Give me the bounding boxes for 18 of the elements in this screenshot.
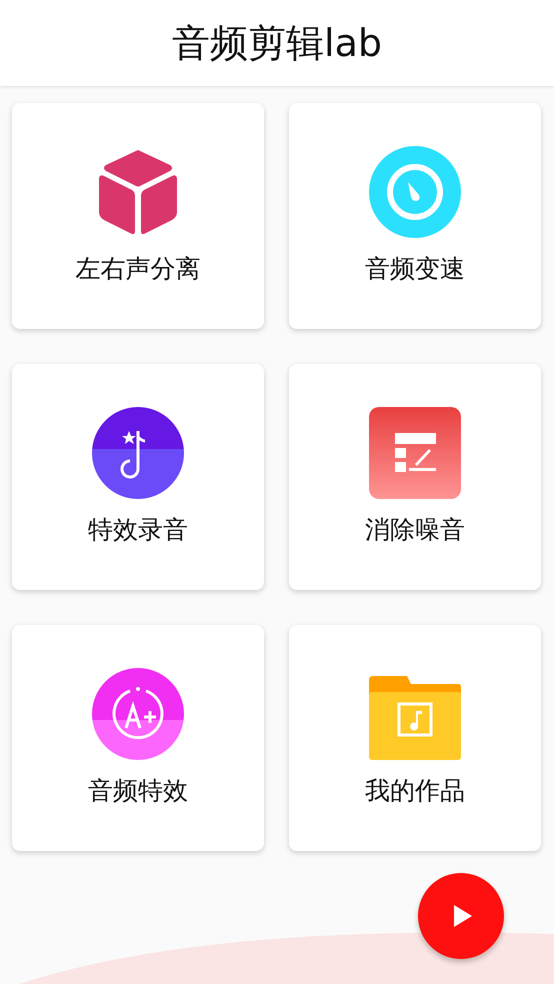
form-icon [369, 407, 461, 499]
feature-card[interactable]: 消除噪音 [289, 364, 541, 590]
feature-label: 消除噪音 [365, 514, 465, 546]
grade-badge-icon [92, 668, 184, 760]
feature-card[interactable]: 我的作品 [289, 625, 541, 851]
feature-card[interactable]: 左右声分离 [12, 103, 264, 329]
feature-card[interactable]: 特效录音 [12, 364, 264, 590]
music-note-icon [92, 407, 184, 499]
feature-card[interactable]: 音频变速 [289, 103, 541, 329]
gauge-icon [369, 146, 461, 238]
feature-label: 左右声分离 [76, 253, 200, 285]
play-button[interactable] [418, 873, 504, 959]
feature-label: 音频变速 [365, 253, 465, 285]
app-title: 音频剪辑lab [172, 20, 382, 66]
feature-card[interactable]: 音频特效 [12, 625, 264, 851]
feature-label: 我的作品 [365, 775, 465, 807]
feature-label: 音频特效 [88, 775, 188, 807]
feature-label: 特效录音 [88, 514, 188, 546]
